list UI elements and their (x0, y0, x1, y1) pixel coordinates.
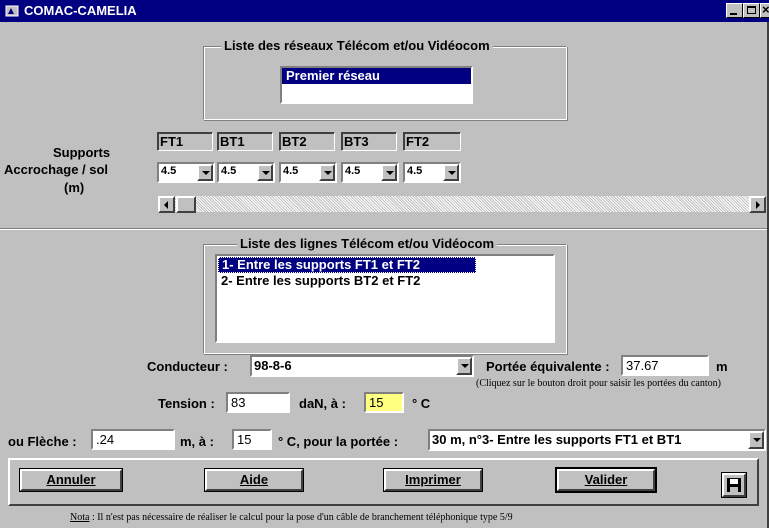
network-item[interactable]: Premier réseau (282, 68, 471, 84)
dropdown-button[interactable] (456, 357, 472, 375)
window-title: COMAC-CAMELIA (24, 3, 137, 18)
unit-m-label: (m) (64, 180, 85, 195)
annuler-button[interactable]: Annuler (19, 468, 123, 492)
arrow-left-icon (164, 201, 168, 209)
portee-hint: (Cliquez sur le bouton droit pour saisir… (476, 378, 721, 389)
networks-list[interactable]: Premier réseau (280, 66, 473, 104)
support-height-value: 4.5 (407, 165, 423, 177)
supports-label: Supports (53, 145, 111, 160)
networks-group-title: Liste des réseaux Télécom et/ou Vidéocom (221, 38, 493, 53)
dropdown-button[interactable] (748, 431, 764, 449)
support-height-select[interactable]: 4.5 (157, 162, 215, 183)
chevron-down-icon (262, 171, 270, 175)
support-header: BT1 (217, 132, 273, 151)
fleche-input[interactable]: .24 (91, 429, 175, 450)
dropdown-button[interactable] (197, 164, 213, 181)
arrow-right-icon (756, 201, 760, 209)
support-height-select[interactable]: 4.5 (217, 162, 275, 183)
support-header: FT1 (157, 132, 213, 151)
minimize-icon (730, 13, 737, 15)
support-header: BT2 (279, 132, 335, 151)
tension-input[interactable]: 83 (226, 392, 290, 413)
scroll-thumb[interactable] (176, 196, 196, 213)
chevron-down-icon (753, 438, 761, 442)
portee-select-value: 30 m, n°3- Entre les supports FT1 et BT1 (432, 432, 682, 447)
chevron-down-icon (448, 171, 456, 175)
conducteur-value: 98-8-6 (254, 358, 292, 373)
scroll-right-button[interactable] (749, 196, 766, 213)
note-label: Nota (70, 512, 90, 523)
lines-group-title: Liste des lignes Télécom et/ou Vidéocom (237, 236, 498, 251)
support-header: FT2 (403, 132, 461, 151)
network-item[interactable] (282, 84, 471, 100)
app-window: COMAC-CAMELIA × Liste des réseaux Téléco… (0, 0, 769, 528)
support-height-select[interactable]: 4.5 (341, 162, 399, 183)
close-icon: × (762, 2, 769, 17)
dropdown-button[interactable] (381, 164, 397, 181)
pour-portee-label: ° C, pour la portée : (278, 434, 399, 449)
close-button[interactable]: × (760, 2, 769, 18)
note-text: : Il n'est pas nécessaire de réaliser le… (89, 512, 513, 523)
dan-label: daN, à : (299, 396, 346, 411)
line-item[interactable]: 1- Entre les supports FT1 et FT2 (218, 257, 476, 273)
fleche-temp-input[interactable]: 15 (232, 429, 272, 450)
valider-button[interactable]: Valider (555, 467, 657, 493)
portee-unit: m (716, 359, 728, 374)
portee-input[interactable]: 37.67 (621, 355, 709, 376)
portee-select[interactable]: 30 m, n°3- Entre les supports FT1 et BT1 (428, 429, 766, 451)
chevron-down-icon (461, 364, 469, 368)
support-height-select[interactable]: 4.5 (403, 162, 461, 183)
aide-button[interactable]: Aide (204, 468, 304, 492)
lines-list[interactable]: 1- Entre les supports FT1 et FT2 2- Entr… (215, 254, 555, 343)
support-header: BT3 (341, 132, 397, 151)
minimize-button[interactable] (726, 3, 743, 18)
dropdown-button[interactable] (443, 164, 459, 181)
supports-scrollbar[interactable] (157, 195, 767, 213)
chevron-down-icon (202, 171, 210, 175)
scroll-left-button[interactable] (158, 196, 175, 213)
tension-label: Tension : (158, 396, 215, 411)
section-divider (0, 228, 767, 230)
dropdown-button[interactable] (257, 164, 273, 181)
conducteur-select[interactable]: 98-8-6 (250, 355, 474, 377)
support-height-value: 4.5 (345, 165, 361, 177)
fleche-label: ou Flèche : (8, 434, 77, 449)
support-height-select[interactable]: 4.5 (279, 162, 337, 183)
conducteur-label: Conducteur : (147, 359, 228, 374)
line-item[interactable]: 2- Entre les supports BT2 et FT2 (217, 273, 553, 289)
deg-c-label: ° C (412, 396, 431, 411)
footer-note: Nota : Il n'est pas nécessaire de réalis… (70, 512, 513, 523)
tension-temp-input[interactable]: 15 (364, 392, 404, 413)
title-bar[interactable]: COMAC-CAMELIA × (0, 0, 769, 22)
support-height-value: 4.5 (221, 165, 237, 177)
app-icon (5, 5, 19, 17)
maximize-icon (747, 6, 756, 14)
floppy-disk-icon (727, 478, 741, 492)
accrochage-label: Accrochage / sol (4, 162, 109, 177)
maximize-button[interactable] (743, 3, 760, 18)
support-height-value: 4.5 (283, 165, 299, 177)
fleche-unit: m, à : (180, 434, 214, 449)
support-height-value: 4.5 (161, 165, 177, 177)
dropdown-button[interactable] (319, 164, 335, 181)
save-button[interactable] (721, 472, 747, 498)
chevron-down-icon (386, 171, 394, 175)
imprimer-button[interactable]: Imprimer (383, 468, 483, 492)
chevron-down-icon (324, 171, 332, 175)
portee-label: Portée équivalente : (486, 359, 610, 374)
